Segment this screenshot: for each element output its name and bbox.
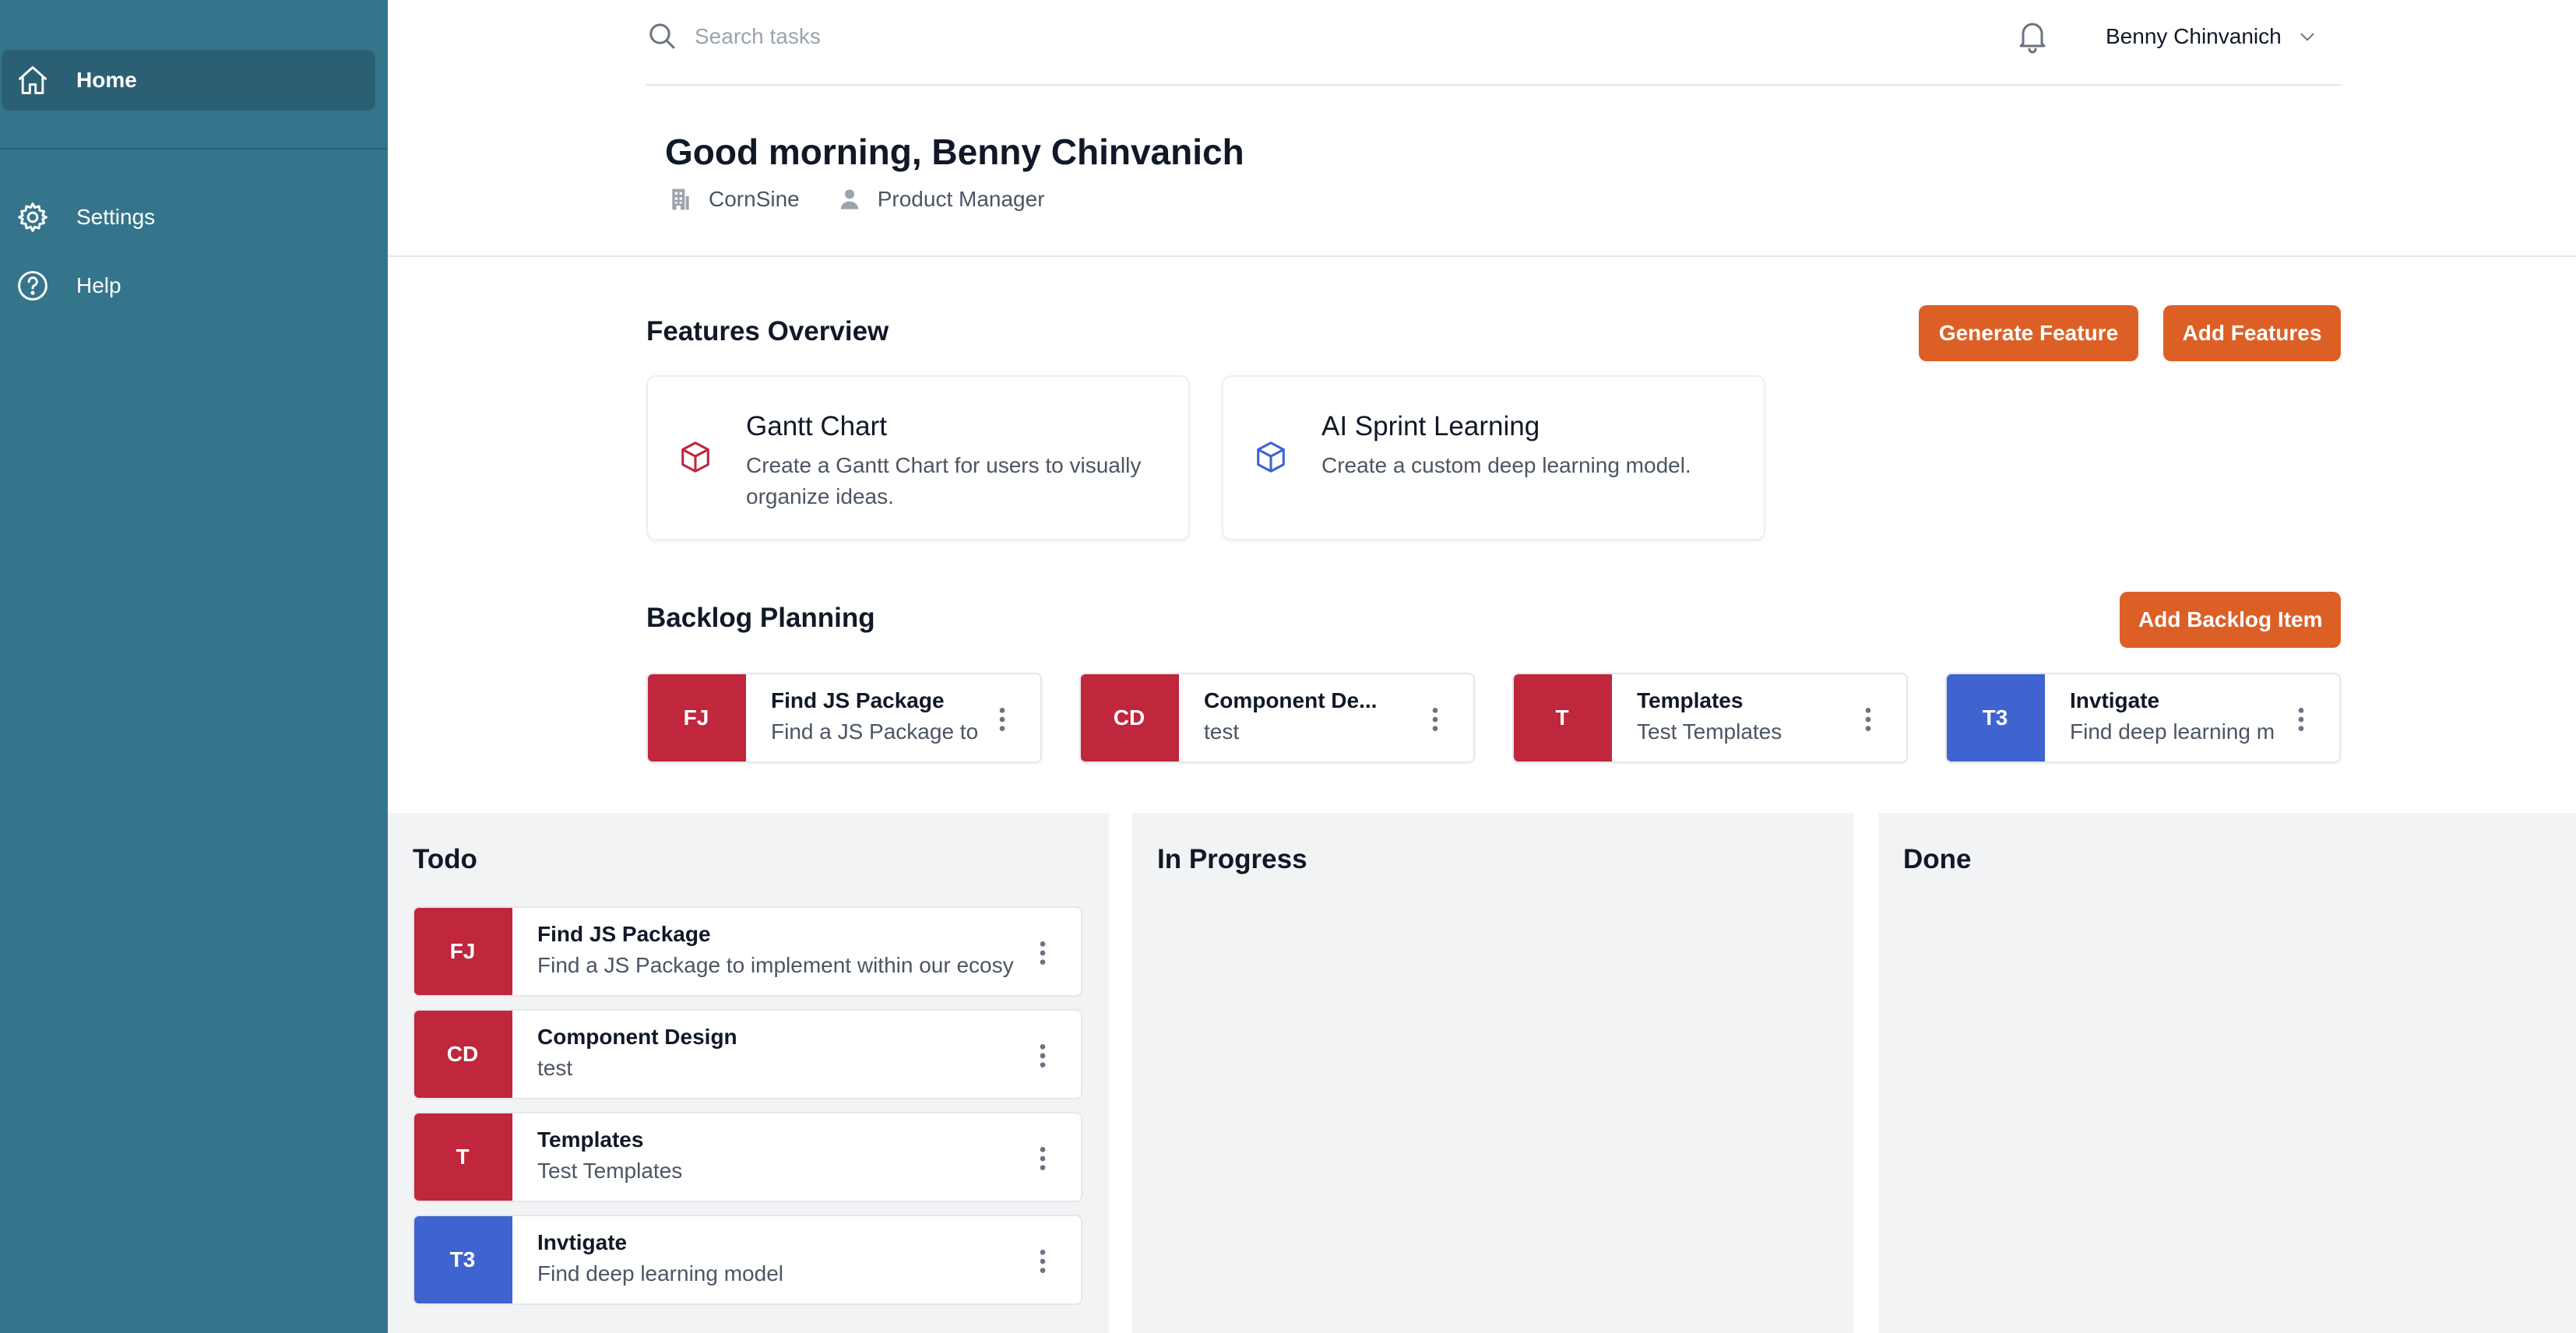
- column-title: In Progress: [1157, 844, 1307, 874]
- backlog-card[interactable]: T3 Invtigate Find deep learning m: [1945, 673, 2341, 763]
- cube-icon: [1257, 441, 1285, 473]
- profile-meta: CornSine Product Manager: [668, 187, 1082, 212]
- column-title: Todo: [413, 844, 477, 874]
- feature-card-ai-sprint[interactable]: AI Sprint Learning Create a custom deep …: [1222, 375, 1765, 540]
- bell-icon[interactable]: [2014, 17, 2051, 55]
- cube-icon: [681, 441, 709, 473]
- company-meta: CornSine: [668, 187, 800, 212]
- add-backlog-item-button[interactable]: Add Backlog Item: [2120, 592, 2341, 648]
- card-description: test: [537, 1056, 573, 1080]
- card-title: Invtigate: [537, 1230, 628, 1254]
- search-icon: [649, 23, 675, 49]
- feature-title: Gantt Chart: [746, 411, 887, 441]
- sidebar-item-label: Settings: [76, 205, 156, 229]
- generate-feature-button[interactable]: Generate Feature: [1919, 305, 2138, 361]
- board-column-done: Done: [1878, 813, 2576, 1333]
- chevron-down-icon: [2300, 33, 2314, 41]
- more-options-icon[interactable]: [1031, 1143, 1054, 1174]
- page-title: Good morning, Benny Chinvanich: [665, 132, 1244, 172]
- building-icon: [672, 188, 689, 210]
- more-options-icon[interactable]: [1856, 704, 1880, 735]
- initials-badge: FJ: [648, 674, 746, 761]
- sidebar-item-label: Help: [76, 273, 121, 297]
- company-name: CornSine: [709, 187, 800, 211]
- gear-icon: [18, 202, 48, 232]
- card-title: Invtigate: [2070, 688, 2160, 712]
- feature-description: Create a custom deep learning model.: [1321, 453, 1691, 477]
- backlog-card[interactable]: T Templates Test Templates: [1512, 673, 1908, 763]
- initials-badge: T: [414, 1113, 512, 1201]
- task-card[interactable]: T3 Invtigate Find deep learning model: [413, 1215, 1082, 1305]
- more-options-icon[interactable]: [991, 704, 1014, 735]
- initials-badge: CD: [414, 1011, 512, 1098]
- sidebar-item-label: Home: [76, 68, 137, 92]
- card-description: test: [1204, 719, 1240, 744]
- initials-badge: T3: [1947, 674, 2045, 761]
- card-title: Find JS Package: [537, 922, 711, 946]
- feature-title: AI Sprint Learning: [1321, 411, 1540, 441]
- user-name: Benny Chinvanich: [2106, 24, 2282, 48]
- features-title: Features Overview: [646, 316, 889, 346]
- help-icon: [18, 271, 48, 301]
- backlog-title: Backlog Planning: [646, 603, 875, 633]
- task-card[interactable]: CD Component Design test: [413, 1009, 1082, 1099]
- top-bar: Benny Chinvanich: [646, 0, 2342, 86]
- board-column-todo: Todo FJ Find JS Package Find a JS Packag…: [388, 813, 1109, 1333]
- card-description: Find a JS Package to implement within ou…: [537, 953, 1014, 977]
- card-description: Find deep learning model: [537, 1261, 783, 1286]
- card-title: Component Design: [537, 1025, 737, 1049]
- home-icon: [19, 66, 47, 94]
- sidebar-item-home[interactable]: Home: [2, 50, 375, 111]
- more-options-icon[interactable]: [1031, 1040, 1054, 1071]
- role-meta: Product Manager: [837, 187, 1045, 212]
- card-title: Component De...: [1204, 688, 1378, 712]
- search-input[interactable]: [695, 17, 1318, 56]
- card-description: Find a JS Package to: [771, 719, 979, 744]
- card-description: Test Templates: [1637, 719, 1782, 744]
- task-card[interactable]: T Templates Test Templates: [413, 1112, 1082, 1202]
- sidebar-item-help[interactable]: Help: [2, 255, 375, 316]
- more-options-icon[interactable]: [2289, 704, 2313, 735]
- initials-badge: FJ: [414, 908, 512, 995]
- sidebar: Home Settings Help: [0, 0, 388, 1333]
- user-menu[interactable]: Benny Chinvanich: [2106, 17, 2317, 56]
- more-options-icon[interactable]: [1031, 937, 1054, 969]
- feature-description: Create a Gantt Chart for users to visual…: [746, 453, 1142, 508]
- sidebar-divider: [0, 148, 388, 149]
- greeting-section: Good morning, Benny Chinvanich CornSine …: [388, 86, 2576, 257]
- backlog-card[interactable]: FJ Find JS Package Find a JS Package to: [646, 673, 1042, 763]
- initials-badge: T3: [414, 1216, 512, 1303]
- initials-badge: T: [1514, 674, 1612, 761]
- column-title: Done: [1903, 844, 1972, 874]
- add-features-button[interactable]: Add Features: [2163, 305, 2341, 361]
- card-title: Find JS Package: [771, 688, 945, 712]
- role-name: Product Manager: [877, 187, 1045, 211]
- more-options-icon[interactable]: [1423, 704, 1447, 735]
- feature-card-gantt[interactable]: Gantt Chart Create a Gantt Chart for use…: [646, 375, 1190, 540]
- initials-badge: CD: [1081, 674, 1179, 761]
- sidebar-item-settings[interactable]: Settings: [2, 187, 375, 248]
- user-icon: [840, 189, 859, 209]
- board-column-in-progress: In Progress: [1132, 813, 1853, 1333]
- more-options-icon[interactable]: [1031, 1246, 1054, 1277]
- backlog-card[interactable]: CD Component De... test: [1079, 673, 1475, 763]
- card-description: Test Templates: [537, 1159, 683, 1183]
- card-title: Templates: [1637, 688, 1744, 712]
- card-title: Templates: [537, 1127, 644, 1152]
- card-description: Find deep learning m: [2070, 719, 2275, 744]
- task-card[interactable]: FJ Find JS Package Find a JS Package to …: [413, 906, 1082, 997]
